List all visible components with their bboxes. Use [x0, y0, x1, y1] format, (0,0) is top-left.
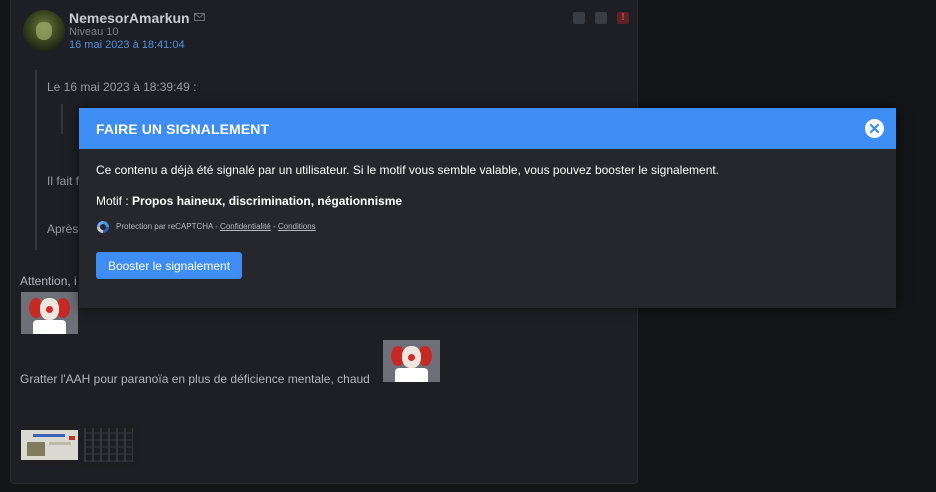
clown-sticker [21, 292, 78, 334]
report-motif: Motif : Propos haineux, discrimination, … [96, 194, 402, 208]
report-modal: FAIRE UN SIGNALEMENT Ce contenu a déjà é… [79, 108, 896, 308]
recaptcha-separator: - [270, 222, 278, 231]
mail-icon[interactable] [194, 13, 205, 21]
quote-header: Le 16 mai 2023 à 18:39:49 : [47, 80, 197, 94]
close-icon [869, 123, 880, 134]
report-icon-glyph: ! [621, 12, 625, 23]
modal-header: FAIRE UN SIGNALEMENT [79, 108, 896, 149]
recaptcha-text: Protection par reCAPTCHA - Confidentiali… [116, 222, 316, 231]
recaptcha-prefix: Protection par reCAPTCHA - [116, 222, 221, 231]
image-thumbnail[interactable] [80, 424, 137, 466]
privacy-link[interactable]: Confidentialité [220, 222, 271, 231]
terms-link[interactable]: Conditions [278, 222, 316, 231]
user-level: Niveau 10 [69, 26, 119, 38]
recaptcha-icon [97, 221, 109, 233]
edit-icon[interactable] [595, 12, 607, 24]
post-date[interactable]: 16 mai 2023 à 18:41:04 [69, 39, 185, 51]
report-icon[interactable]: ! [617, 12, 629, 24]
post-text: Gratter l'AAH pour paranoïa en plus de d… [20, 372, 370, 386]
clown-sticker [383, 340, 440, 382]
motif-label: Motif : [96, 194, 129, 208]
modal-title: FAIRE UN SIGNALEMENT [96, 121, 270, 137]
post-username[interactable]: NemesorAmarkun [69, 10, 190, 26]
boost-report-button[interactable]: Booster le signalement [96, 252, 242, 279]
quote-text-line: Il fait f [47, 174, 80, 188]
nested-quote-bar [61, 104, 63, 134]
motif-value: Propos haineux, discrimination, négation… [132, 194, 403, 208]
close-button[interactable] [865, 119, 884, 138]
post-text: Attention, i [20, 274, 77, 288]
report-message: Ce contenu a déjà été signalé par un uti… [96, 163, 720, 177]
quote-text-line: Après [47, 222, 79, 236]
image-thumbnail[interactable] [21, 424, 78, 466]
avatar[interactable] [23, 10, 65, 52]
quote-icon[interactable] [573, 12, 585, 24]
